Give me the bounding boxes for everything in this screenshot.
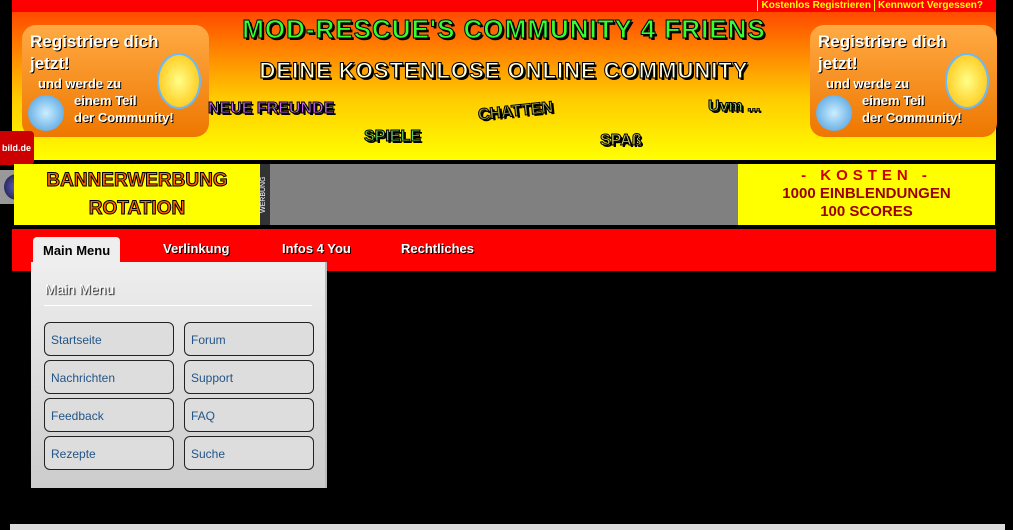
menu-rezepte[interactable]: Rezepte	[44, 436, 174, 470]
banner-word: SPIELE	[364, 128, 422, 146]
footer-strip	[10, 524, 1005, 530]
banner-word: Uvm ...	[707, 98, 761, 116]
register-promo-left[interactable]: Registriere dich jetzt! und werde zu ein…	[22, 25, 209, 137]
banner-ad-rotation[interactable]: BANNERWERBUNG ROTATION	[14, 164, 260, 225]
menu-faq[interactable]: FAQ	[184, 398, 314, 432]
forgot-password-link[interactable]: Kennwort Vergessen?	[873, 0, 986, 11]
ad-text: - KOSTEN -	[801, 167, 932, 184]
menu-feedback[interactable]: Feedback	[44, 398, 174, 432]
ad-text: BANNERWERBUNG	[46, 170, 228, 192]
ad-text: 100 SCORES	[820, 203, 913, 220]
tab-verlinkung[interactable]: Verlinkung	[163, 241, 229, 256]
header-banner: MOD-RESCUE'S COMMUNITY 4 FRIENS DEINE KO…	[12, 8, 997, 160]
menu-support[interactable]: Support	[184, 360, 314, 394]
ad-text: ROTATION	[88, 198, 186, 220]
people-icon	[28, 95, 64, 131]
top-bar: Kostenlos Registrieren Kennwort Vergessen…	[12, 0, 996, 12]
divider	[44, 305, 312, 306]
banner-word: SPAß	[599, 132, 642, 150]
tab-rechtliches[interactable]: Rechtliches	[401, 241, 474, 256]
register-promo-right[interactable]: Registriere dich jetzt! und werde zu ein…	[810, 25, 997, 137]
ad-pricing: - KOSTEN -1000 EINBLENDUNGEN 100 SCORES	[738, 164, 995, 225]
ad-slot[interactable]	[270, 164, 738, 225]
people-icon	[816, 95, 852, 131]
menu-startseite[interactable]: Startseite	[44, 322, 174, 356]
dropdown-title: Main Menu	[45, 281, 115, 297]
tab-infos-4-you[interactable]: Infos 4 You	[282, 241, 351, 256]
chat-bubble-icon	[157, 53, 201, 109]
banner-word: CHATTEN	[477, 99, 555, 125]
ad-text: 1000 EINBLENDUNGEN	[782, 185, 951, 202]
ad-label: WERBUNG	[260, 164, 270, 225]
menu-nachrichten[interactable]: Nachrichten	[44, 360, 174, 394]
register-link[interactable]: Kostenlos Registrieren	[757, 0, 874, 11]
banner-word: NEUE FREUNDE	[207, 100, 335, 118]
menu-suche[interactable]: Suche	[184, 436, 314, 470]
menu-forum[interactable]: Forum	[184, 322, 314, 356]
chat-bubble-icon	[945, 53, 989, 109]
main-menu-dropdown: Main Menu Startseite Forum Nachrichten S…	[31, 262, 327, 488]
bild-de-badge[interactable]: bild.de	[0, 131, 34, 165]
